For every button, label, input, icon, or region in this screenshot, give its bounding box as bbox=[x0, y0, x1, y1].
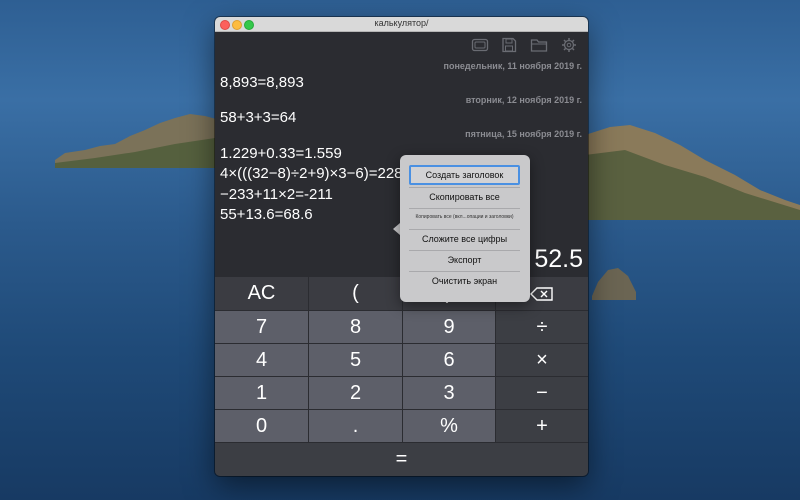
history-date: пятница, 15 ноября 2019 г. bbox=[465, 129, 582, 139]
island-landscape-right bbox=[585, 125, 800, 220]
menu-item-create-header[interactable]: Создать заголовок bbox=[409, 165, 520, 185]
decimal-button[interactable]: . bbox=[309, 410, 402, 442]
result-display: 52.5 bbox=[534, 245, 583, 273]
menu-item-sum-all[interactable]: Сложите все цифры bbox=[409, 232, 520, 246]
history-line[interactable]: −233+11×2=-211 bbox=[220, 186, 333, 203]
context-menu: Создать заголовок Скопировать все Копиро… bbox=[400, 155, 530, 302]
paren-open-button[interactable]: ( bbox=[309, 277, 402, 310]
history-line[interactable]: 1.229+0.33=1.559 bbox=[220, 145, 342, 162]
history-line[interactable]: 8,893=8,893 bbox=[220, 74, 304, 91]
history-line[interactable]: 55+13.6=68.6 bbox=[220, 206, 313, 223]
history-date: понедельник, 11 ноября 2019 г. bbox=[443, 61, 582, 71]
menu-item-clear-screen[interactable]: Очистить экран bbox=[409, 274, 520, 288]
menu-separator bbox=[409, 208, 520, 209]
rock-island bbox=[592, 268, 636, 300]
menu-separator bbox=[409, 229, 520, 230]
menu-separator bbox=[409, 187, 520, 188]
digit-3-button[interactable]: 3 bbox=[403, 377, 495, 409]
keypad: AC ( ) 7 8 9 ÷ 4 5 6 × 1 2 3 − 0 . % + = bbox=[215, 277, 588, 476]
digit-6-button[interactable]: 6 bbox=[403, 344, 495, 376]
menu-item-copy-all[interactable]: Скопировать все bbox=[409, 190, 520, 204]
title-bar: калькулятор/ bbox=[215, 17, 588, 32]
popover-arrow bbox=[393, 223, 400, 235]
history-line[interactable]: 4×(((32−8)÷2+9)×3−6)=228 bbox=[220, 165, 403, 182]
digit-2-button[interactable]: 2 bbox=[309, 377, 402, 409]
ac-button[interactable]: AC bbox=[215, 277, 308, 310]
window-title: калькулятор/ bbox=[374, 18, 429, 28]
divide-button[interactable]: ÷ bbox=[496, 311, 588, 343]
percent-button[interactable]: % bbox=[403, 410, 495, 442]
digit-7-button[interactable]: 7 bbox=[215, 311, 308, 343]
backspace-icon bbox=[530, 286, 553, 301]
menu-item-export[interactable]: Экспорт bbox=[409, 253, 520, 267]
digit-0-button[interactable]: 0 bbox=[215, 410, 308, 442]
minus-button[interactable]: − bbox=[496, 377, 588, 409]
menu-separator bbox=[409, 250, 520, 251]
history-date: вторник, 12 ноября 2019 г. bbox=[465, 95, 582, 105]
digit-4-button[interactable]: 4 bbox=[215, 344, 308, 376]
history-line[interactable]: 58+3+3=64 bbox=[220, 109, 296, 126]
digit-9-button[interactable]: 9 bbox=[403, 311, 495, 343]
digit-5-button[interactable]: 5 bbox=[309, 344, 402, 376]
menu-separator bbox=[409, 271, 520, 272]
equals-button[interactable]: = bbox=[215, 443, 588, 476]
multiply-button[interactable]: × bbox=[496, 344, 588, 376]
menu-item-copy-all-with-headers[interactable]: Копировать все (вкл...опации и заголовки… bbox=[409, 211, 520, 223]
digit-8-button[interactable]: 8 bbox=[309, 311, 402, 343]
plus-button[interactable]: + bbox=[496, 410, 588, 442]
digit-1-button[interactable]: 1 bbox=[215, 377, 308, 409]
